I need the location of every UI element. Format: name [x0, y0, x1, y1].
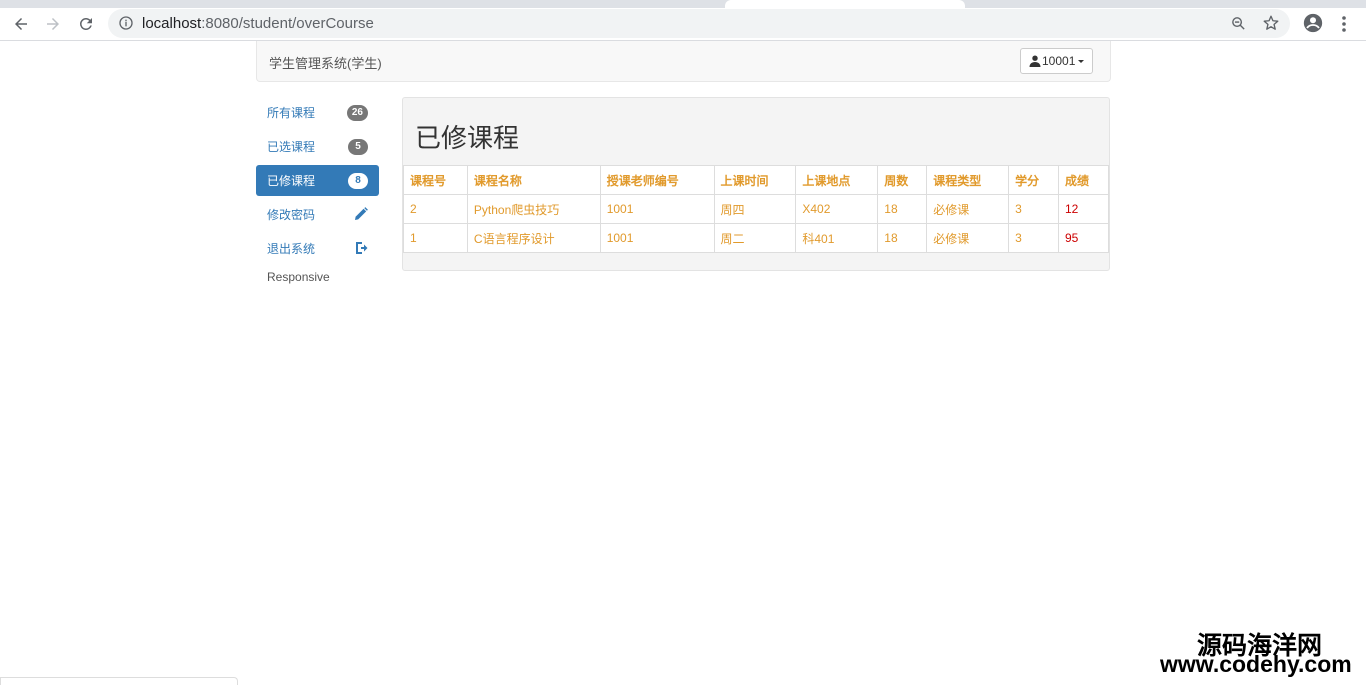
- table-header-row: 课程号 课程名称 授课老师编号 上课时间 上课地点 周数 课程类型 学分 成绩: [403, 165, 1109, 195]
- col-header-course-type: 课程类型: [926, 165, 1010, 195]
- sidebar: 所有课程 26 已选课程 5 已修课程 8 修改密码 退出系统 Responsi…: [256, 97, 379, 284]
- cell-weeks: 18: [877, 194, 928, 224]
- cell-score: 12: [1058, 194, 1109, 224]
- address-bar[interactable]: localhost:8080/student/overCourse: [108, 9, 1290, 38]
- forward-arrow-icon: [47, 18, 59, 30]
- pencil-icon: [355, 207, 368, 220]
- sidebar-item-label: 所有课程: [267, 106, 316, 120]
- cell-credits: 3: [1008, 194, 1059, 224]
- page-title: 已修课程: [415, 123, 520, 153]
- reload-button[interactable]: [74, 12, 98, 36]
- cell-score: 95: [1058, 223, 1109, 253]
- sidebar-item-all-courses[interactable]: 所有课程 26: [256, 97, 379, 128]
- user-id: 10001: [1042, 54, 1076, 68]
- cell-course-id: 2: [403, 194, 468, 224]
- active-tab[interactable]: [725, 0, 965, 8]
- kebab-menu-icon[interactable]: [1336, 14, 1352, 34]
- caret-down-icon: [1078, 59, 1085, 63]
- sidebar-item-selected-courses[interactable]: 已选课程 5: [256, 131, 379, 162]
- col-header-score: 成绩: [1058, 165, 1109, 195]
- cell-course-type: 必修课: [926, 194, 1010, 224]
- app-navbar: 学生管理系统(学生) 10001: [256, 41, 1111, 82]
- cell-teacher-id: 1001: [599, 194, 715, 224]
- sidebar-item-label: 退出系统: [267, 242, 316, 256]
- cell-weeks: 18: [877, 223, 928, 253]
- sidebar-item-completed-courses[interactable]: 已修课程 8: [256, 165, 379, 196]
- logout-icon: [356, 242, 368, 254]
- cell-location: X402: [795, 194, 879, 224]
- cell-class-time: 周四: [713, 194, 797, 224]
- user-dropdown-button[interactable]: 10001: [1020, 48, 1094, 74]
- col-header-class-time: 上课时间: [713, 165, 797, 195]
- col-header-course-id: 课程号: [403, 165, 468, 195]
- user-icon: [1029, 55, 1041, 67]
- brand-title[interactable]: 学生管理系统(学生): [269, 53, 382, 72]
- cell-teacher-id: 1001: [599, 223, 715, 253]
- sidebar-item-label: 已修课程: [267, 174, 316, 188]
- cell-class-time: 周二: [713, 223, 797, 253]
- completed-courses-table: 课程号 课程名称 授课老师编号 上课时间 上课地点 周数 课程类型 学分 成绩 …: [403, 165, 1109, 253]
- cell-credits: 3: [1008, 223, 1059, 253]
- reload-icon: [79, 17, 92, 30]
- col-header-credits: 学分: [1008, 165, 1059, 195]
- cell-course-name: Python爬虫技巧: [466, 194, 601, 224]
- count-badge: 5: [348, 139, 368, 155]
- back-button[interactable]: [9, 12, 33, 36]
- back-arrow-icon: [15, 18, 27, 30]
- zoom-icon[interactable]: [1230, 15, 1247, 32]
- cell-course-type: 必修课: [926, 223, 1010, 253]
- sidebar-item-change-password[interactable]: 修改密码: [256, 199, 379, 230]
- table-row: 2 Python爬虫技巧 1001 周四 X402 18 必修课 3 12: [403, 194, 1109, 224]
- watermark-url: www.codehy.com: [1160, 651, 1352, 677]
- cell-location: 科401: [795, 223, 879, 253]
- col-header-course-name: 课程名称: [466, 165, 601, 195]
- courses-panel: 已修课程 课程号 课程名称 授课老师编号 上课时间 上课地点 周数 课程类型 学…: [402, 97, 1110, 271]
- sidebar-item-label: 修改密码: [267, 208, 316, 222]
- sidebar-item-logout[interactable]: 退出系统: [256, 233, 379, 264]
- url-host: localhost: [142, 15, 202, 32]
- url-text[interactable]: localhost:8080/student/overCourse: [142, 15, 374, 32]
- forward-button[interactable]: [41, 12, 65, 36]
- col-header-location: 上课地点: [795, 165, 879, 195]
- count-badge: 26: [346, 105, 368, 121]
- col-header-weeks: 周数: [877, 165, 928, 195]
- sidebar-footer-text: Responsive: [267, 270, 330, 284]
- bookmark-star-icon[interactable]: [1262, 14, 1280, 32]
- url-path: :8080/student/overCourse: [201, 15, 374, 32]
- browser-toolbar: localhost:8080/student/overCourse: [0, 8, 1366, 41]
- info-icon[interactable]: [118, 15, 134, 31]
- table-row: 1 C语言程序设计 1001 周二 科401 18 必修课 3 95: [403, 223, 1109, 253]
- count-badge: 8: [348, 173, 368, 189]
- sidebar-item-label: 已选课程: [267, 140, 316, 154]
- account-icon[interactable]: [1302, 12, 1324, 34]
- tab-strip: [0, 0, 1366, 8]
- col-header-teacher-id: 授课老师编号: [599, 165, 715, 195]
- cell-course-id: 1: [403, 223, 468, 253]
- cell-course-name: C语言程序设计: [466, 223, 601, 253]
